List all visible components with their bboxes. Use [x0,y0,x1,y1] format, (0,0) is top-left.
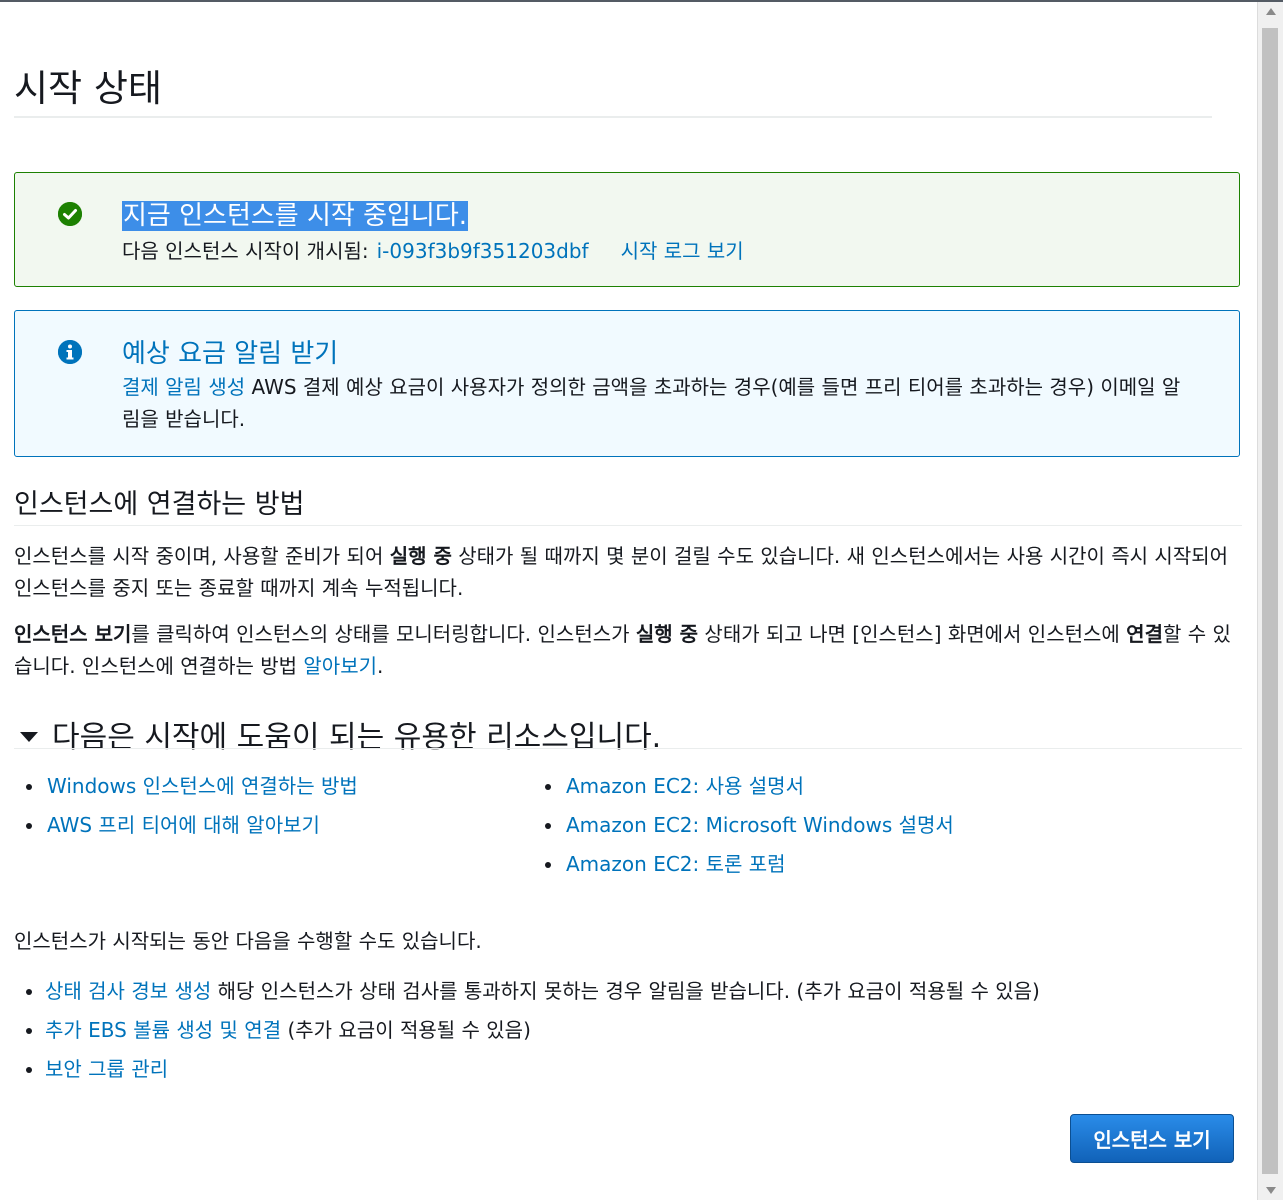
success-heading: 지금 인스턴스를 시작 중입니다. [122,201,469,231]
billing-alert-text: 결제 알림 생성 AWS 결제 예상 요금이 사용자가 정의한 금액을 초과하는… [122,371,1182,435]
list-item: 추가 EBS 볼륨 생성 및 연결 (추가 요금이 적용될 수 있음) [14,1017,1242,1056]
learn-more-link[interactable]: 알아보기 [303,654,377,678]
resource-link-user-guide[interactable]: Amazon EC2: 사용 설명서 [566,774,804,798]
view-instances-button[interactable]: 인스턴스 보기 [1070,1114,1234,1163]
success-subtext: 다음 인스턴스 시작이 개시됨: i-093f3b9f351203dbf 시작 로그… [122,235,744,264]
list-item: 상태 검사 경보 생성 해당 인스턴스가 상태 검사를 통과하지 못하는 경우 … [14,978,1242,1017]
view-launch-log-link[interactable]: 시작 로그 보기 [621,239,744,263]
resource-link-forum[interactable]: Amazon EC2: 토론 포럼 [566,852,786,876]
section-divider [14,748,1242,749]
resource-link-windows-guide[interactable]: Amazon EC2: Microsoft Windows 설명서 [566,813,954,837]
vertical-scrollbar[interactable] [1257,2,1283,1200]
launch-success-alert: 지금 인스턴스를 시작 중입니다. 다음 인스턴스 시작이 개시됨: i-093f… [14,172,1240,287]
caret-down-icon [20,731,38,742]
window-top-border [0,0,1283,2]
list-item: Windows 인스턴스에 연결하는 방법 [14,773,358,812]
title-divider [14,116,1212,118]
list-item: Amazon EC2: 사용 설명서 [533,773,954,812]
check-circle-icon [58,202,82,226]
connect-paragraph-1: 인스턴스를 시작 중이며, 사용할 준비가 되어 실행 중 상태가 될 때까지 … [14,544,1229,600]
page-title: 시작 상태 [14,67,162,110]
scroll-thumb[interactable] [1262,28,1278,1174]
billing-alert-info: 예상 요금 알림 받기 결제 알림 생성 AWS 결제 예상 요금이 사용자가 … [14,310,1240,457]
list-item: Amazon EC2: Microsoft Windows 설명서 [533,812,954,851]
resources-right-list: Amazon EC2: 사용 설명서 Amazon EC2: Microsoft… [533,773,954,890]
create-status-check-alarm-link[interactable]: 상태 검사 경보 생성 [45,979,211,1003]
resources-section-toggle[interactable]: 다음은 시작에 도움이 되는 유용한 리소스입니다. [14,712,661,756]
list-item: Amazon EC2: 토론 포럼 [533,851,954,890]
list-item: AWS 프리 티어에 대해 알아보기 [14,812,358,851]
resource-link-free-tier[interactable]: AWS 프리 티어에 대해 알아보기 [47,813,320,837]
info-icon [58,340,82,364]
billing-alert-description: AWS 결제 예상 요금이 사용자가 정의한 금액을 초과하는 경우(예를 들면… [122,375,1181,431]
connect-paragraph-2: 인스턴스 보기를 클릭하여 인스턴스의 상태를 모니터링합니다. 인스턴스가 실… [14,622,1231,678]
resources-section-title: 다음은 시작에 도움이 되는 유용한 리소스입니다. [52,720,662,755]
resources-left-list: Windows 인스턴스에 연결하는 방법 AWS 프리 티어에 대해 알아보기 [14,773,358,851]
scroll-up-arrow-icon[interactable] [1266,8,1276,15]
manage-security-groups-link[interactable]: 보안 그룹 관리 [45,1057,168,1081]
billing-alert-heading: 예상 요금 알림 받기 [122,339,339,369]
actions-intro: 인스턴스가 시작되는 동안 다음을 수행할 수도 있습니다. [14,929,482,953]
create-ebs-volume-link[interactable]: 추가 EBS 볼륨 생성 및 연결 [45,1018,281,1042]
list-item: 보안 그룹 관리 [14,1056,1242,1095]
instance-id-link[interactable]: i-093f3b9f351203dbf [377,239,589,263]
actions-list: 상태 검사 경보 생성 해당 인스턴스가 상태 검사를 통과하지 못하는 경우 … [14,978,1242,1095]
connect-section-title: 인스턴스에 연결하는 방법 [14,489,305,520]
launch-initiated-label: 다음 인스턴스 시작이 개시됨: [122,239,369,263]
scroll-down-arrow-icon[interactable] [1266,1187,1276,1194]
create-billing-alert-link[interactable]: 결제 알림 생성 [122,375,245,399]
resource-link-windows-connect[interactable]: Windows 인스턴스에 연결하는 방법 [47,774,358,798]
section-divider [14,525,1242,526]
